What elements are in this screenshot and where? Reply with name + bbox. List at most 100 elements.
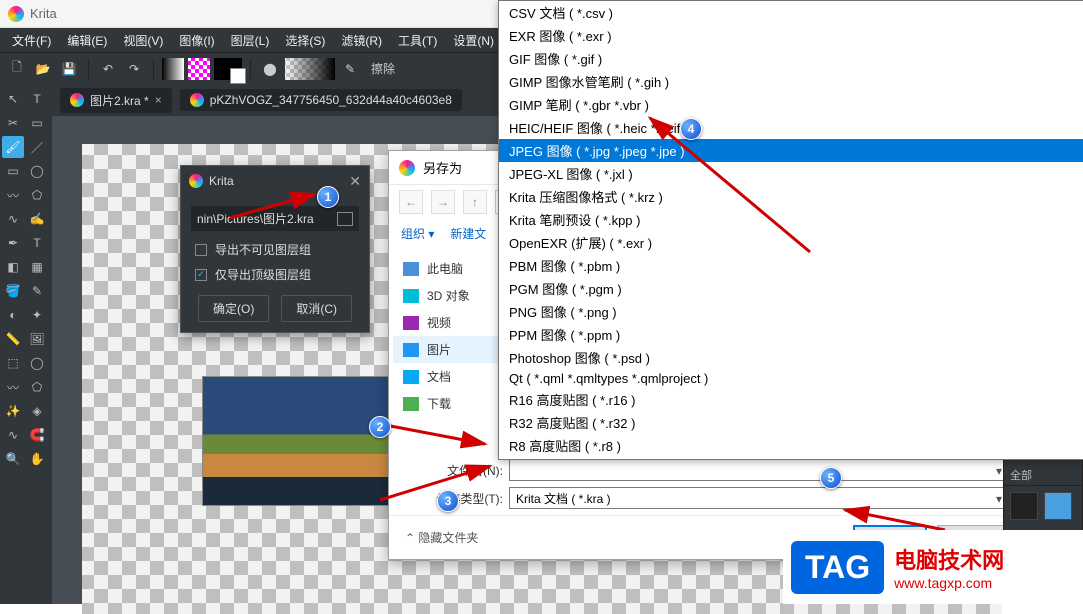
ellipse-select-icon[interactable]: ◯ xyxy=(26,352,48,374)
polygon-tool-icon[interactable]: ⬠ xyxy=(26,184,48,206)
filetype-option[interactable]: JPEG-XL 图像 ( *.jxl ) xyxy=(499,162,1083,185)
brush-preset-thumb[interactable] xyxy=(1010,492,1038,520)
filetype-option[interactable]: EXR 图像 ( *.exr ) xyxy=(499,24,1083,47)
filetype-option[interactable]: GIMP 图像水管笔刷 ( *.gih ) xyxy=(499,70,1083,93)
new-folder-button[interactable]: 新建文 xyxy=(450,225,486,242)
brush-tool-icon[interactable]: 🖌 xyxy=(2,136,24,158)
menu-image[interactable]: 图像(I) xyxy=(171,32,222,49)
menu-layer[interactable]: 图层(L) xyxy=(223,32,278,49)
line-tool-icon[interactable]: ／ xyxy=(26,136,48,158)
menu-select[interactable]: 选择(S) xyxy=(277,32,333,49)
menu-settings[interactable]: 设置(N) xyxy=(445,32,502,49)
filetype-dropdown-list[interactable]: CSV 文档 ( *.csv )EXR 图像 ( *.exr )GIF 图像 (… xyxy=(498,0,1083,460)
filetype-option[interactable]: R16 高度贴图 ( *.r16 ) xyxy=(499,388,1083,411)
text-tool-icon[interactable]: T xyxy=(26,232,48,254)
ok-button[interactable]: 确定(O) xyxy=(198,295,269,322)
brush-preset-icon[interactable]: ⬤ xyxy=(259,58,281,80)
filetype-option[interactable]: Spriter SCML ( *.scml ) xyxy=(499,457,1083,460)
smart-fill-icon[interactable]: ◐ xyxy=(2,304,24,326)
erase-mode-label[interactable]: 擦除 xyxy=(371,60,395,77)
redo-icon[interactable]: ↷ xyxy=(123,58,145,80)
document-tab-2[interactable]: pKZhVOGZ_347756450_632d44a40c4603e8 xyxy=(180,89,462,111)
filetype-option[interactable]: R32 高度贴图 ( *.r32 ) xyxy=(499,411,1083,434)
menu-tools[interactable]: 工具(T) xyxy=(390,32,445,49)
filetype-option[interactable]: Photoshop 图像 ( *.psd ) xyxy=(499,346,1083,369)
hide-folders-link[interactable]: 隐藏文件夹 xyxy=(405,529,478,546)
picture-icon xyxy=(403,343,419,357)
filetype-option[interactable]: R8 高度贴图 ( *.r8 ) xyxy=(499,434,1083,457)
browse-folder-icon[interactable] xyxy=(337,212,353,226)
filetype-option[interactable]: HEIC/HEIF 图像 ( *.heic *.heif ) xyxy=(499,116,1083,139)
nav-back-icon[interactable]: ← xyxy=(399,190,423,214)
menu-filter[interactable]: 滤镜(R) xyxy=(333,32,390,49)
docker-tab-all[interactable]: 全部 xyxy=(1004,465,1082,486)
polyline-tool-icon[interactable]: 〰 xyxy=(2,184,24,206)
filetype-option[interactable]: GIMP 笔刷 ( *.gbr *.vbr ) xyxy=(499,93,1083,116)
save-file-icon[interactable]: 💾 xyxy=(58,58,80,80)
transform-tool-icon[interactable]: T xyxy=(26,88,48,110)
new-file-icon[interactable]: 🗋 xyxy=(6,58,28,80)
close-icon[interactable]: × xyxy=(155,93,162,107)
document-tab-1[interactable]: 图片2.kra * × xyxy=(60,88,172,113)
picker-tool-icon[interactable]: ✎ xyxy=(26,280,48,302)
similar-select-icon[interactable]: ◈ xyxy=(26,400,48,422)
poly-select-icon[interactable]: ⬠ xyxy=(26,376,48,398)
filetype-option[interactable]: JPEG 图像 ( *.jpg *.jpeg *.jpe ) xyxy=(499,139,1083,162)
zoom-tool-icon[interactable]: 🔍 xyxy=(2,448,24,470)
ellipse-tool-icon[interactable]: ◯ xyxy=(26,160,48,182)
filetype-option[interactable]: GIF 图像 ( *.gif ) xyxy=(499,47,1083,70)
dialog-header[interactable]: Krita ✕ xyxy=(181,166,369,196)
checkbox-toplevel-groups[interactable]: ✓ 仅导出顶级图层组 xyxy=(195,266,359,283)
open-file-icon[interactable]: 📂 xyxy=(32,58,54,80)
fill-tool-icon[interactable]: 🪣 xyxy=(2,280,24,302)
calligraphy-tool-icon[interactable]: ✒ xyxy=(2,232,24,254)
color-swatch[interactable] xyxy=(214,58,242,80)
checkbox-icon xyxy=(195,244,207,256)
brush-editor-icon[interactable]: ✎ xyxy=(339,58,361,80)
organize-menu[interactable]: 组织 ▾ xyxy=(401,225,434,242)
menu-view[interactable]: 视图(V) xyxy=(115,32,171,49)
measure-tool-icon[interactable]: 📏 xyxy=(2,328,24,350)
filename-label: 文件名(N): xyxy=(409,462,509,479)
menu-edit[interactable]: 编辑(E) xyxy=(59,32,115,49)
cancel-button[interactable]: 取消(C) xyxy=(281,295,352,322)
filetype-option[interactable]: PBM 图像 ( *.pbm ) xyxy=(499,254,1083,277)
checkbox-invisible-groups[interactable]: 导出不可见图层组 xyxy=(195,241,359,258)
magnetic-select-icon[interactable]: 🧲 xyxy=(26,424,48,446)
close-icon[interactable]: ✕ xyxy=(349,173,361,190)
gradient-preset[interactable] xyxy=(162,58,184,80)
filetype-option[interactable]: Qt ( *.qml *.qmltypes *.qmlproject ) xyxy=(499,369,1083,388)
assist-tool-icon[interactable]: ✦ xyxy=(26,304,48,326)
opacity-ramp[interactable] xyxy=(285,58,335,80)
free-select-icon[interactable]: 〰 xyxy=(2,376,24,398)
nav-up-icon[interactable]: ↑ xyxy=(463,190,487,214)
filetype-option[interactable]: PPM 图像 ( *.ppm ) xyxy=(499,323,1083,346)
eraser-preset-thumb[interactable] xyxy=(1044,492,1072,520)
pattern-preset[interactable] xyxy=(188,58,210,80)
filetype-combo[interactable]: Krita 文档 ( *.kra ) ▾ xyxy=(509,487,1007,509)
pattern-tool-icon[interactable]: ▦ xyxy=(26,256,48,278)
freehand-tool-icon[interactable]: ✍ xyxy=(26,208,48,230)
filetype-option[interactable]: PNG 图像 ( *.png ) xyxy=(499,300,1083,323)
crop-tool-icon[interactable]: ✂ xyxy=(2,112,24,134)
filetype-option[interactable]: OpenEXR (扩展) ( *.exr ) xyxy=(499,231,1083,254)
shape-tool-icon[interactable]: ▭ xyxy=(26,112,48,134)
gradient-tool-icon[interactable]: ◧ xyxy=(2,256,24,278)
menu-file[interactable]: 文件(F) xyxy=(4,32,59,49)
export-path-field[interactable]: nin\Pictures\图片2.kra xyxy=(191,206,359,231)
rect-tool-icon[interactable]: ▭ xyxy=(2,160,24,182)
filetype-option[interactable]: Krita 笔刷预设 ( *.kpp ) xyxy=(499,208,1083,231)
filetype-option[interactable]: PGM 图像 ( *.pgm ) xyxy=(499,277,1083,300)
filename-combo[interactable]: ▾ xyxy=(509,459,1007,481)
bezier-tool-icon[interactable]: ∿ xyxy=(2,208,24,230)
filetype-option[interactable]: CSV 文档 ( *.csv ) xyxy=(499,1,1083,24)
bezier-select-icon[interactable]: ∿ xyxy=(2,424,24,446)
reference-tool-icon[interactable]: 🖼 xyxy=(26,328,48,350)
contig-select-icon[interactable]: ✨ xyxy=(2,400,24,422)
nav-fwd-icon[interactable]: → xyxy=(431,190,455,214)
rect-select-icon[interactable]: ⬚ xyxy=(2,352,24,374)
filetype-option[interactable]: Krita 压缩图像格式 ( *.krz ) xyxy=(499,185,1083,208)
undo-icon[interactable]: ↶ xyxy=(97,58,119,80)
pan-tool-icon[interactable]: ✋ xyxy=(26,448,48,470)
move-tool-icon[interactable]: ↖ xyxy=(2,88,24,110)
